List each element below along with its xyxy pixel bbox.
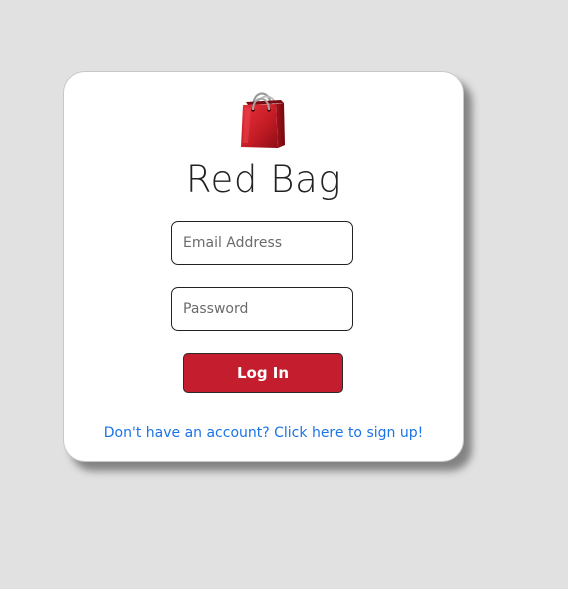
- email-field[interactable]: [171, 221, 353, 265]
- login-button[interactable]: Log In: [183, 353, 343, 393]
- login-card: Red Bag Log In Don't have an account? Cl…: [63, 71, 464, 462]
- password-field[interactable]: [171, 287, 353, 331]
- signup-link[interactable]: Don't have an account? Click here to sig…: [64, 423, 463, 443]
- app-title: Red Bag: [185, 158, 342, 201]
- shopping-bag-icon: [241, 92, 285, 148]
